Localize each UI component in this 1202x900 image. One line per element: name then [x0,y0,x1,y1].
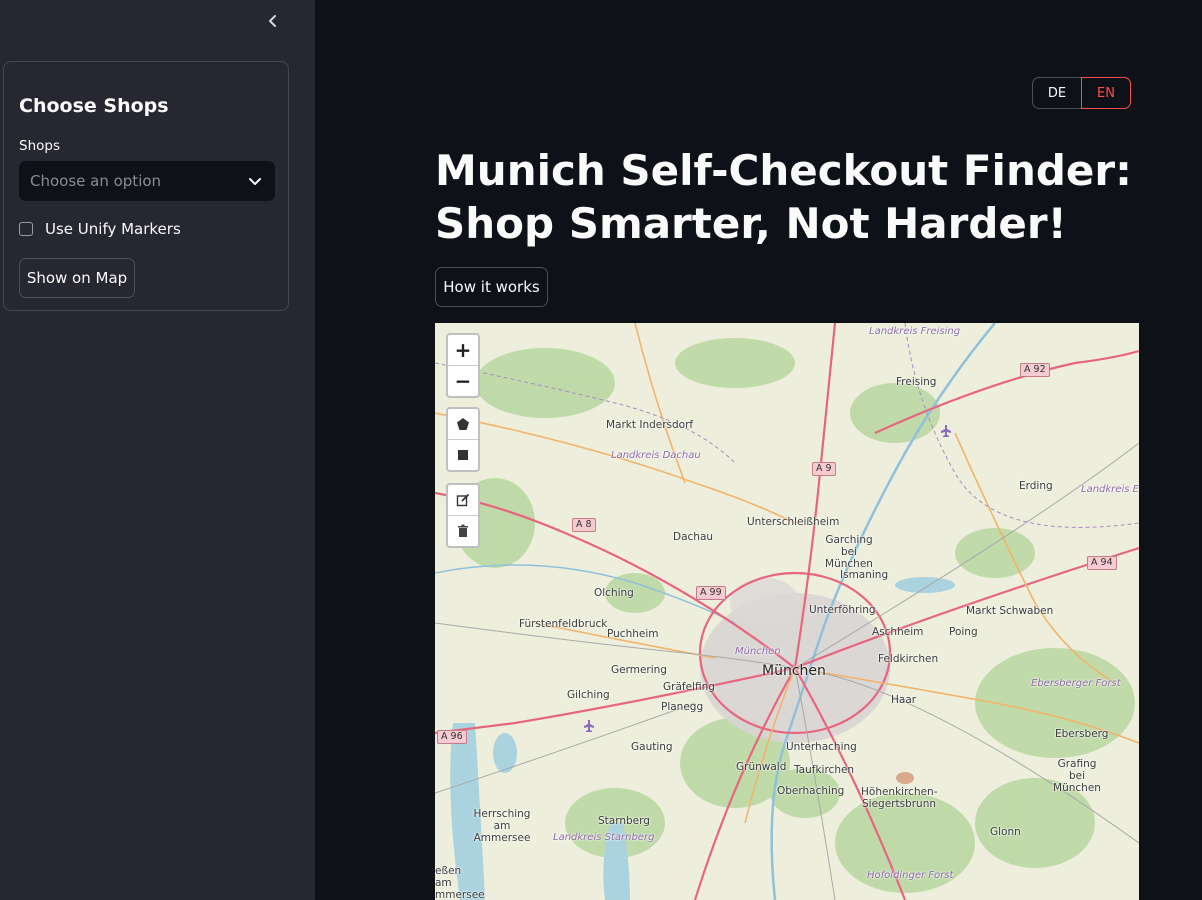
place-label: Feldkirchen [878,653,939,665]
place-label: München [762,663,826,679]
unify-markers-label: Use Unify Markers [45,220,181,238]
region-label: München [735,646,781,657]
panel-title: Choose Shops [19,95,169,117]
lang-de-button[interactable]: DE [1032,77,1082,109]
place-label: Fürstenfeldbruck [519,618,608,630]
lang-en-button[interactable]: EN [1081,77,1131,109]
place-label: Dachau [673,531,714,543]
zoom-control: + − [446,333,480,398]
unify-markers-checkbox[interactable] [19,222,33,236]
zoom-out-button[interactable]: − [448,366,478,396]
region-label: Hofoldinger Forst [867,870,954,881]
region-label: Landkreis Erding [1081,484,1139,495]
place-label: eßen am mmersee [435,865,485,900]
place-label: Oberhaching [777,785,845,797]
place-label: Unterhaching [786,741,857,753]
draw-rectangle-button[interactable] [448,440,478,470]
place-label: Planegg [661,701,704,713]
place-label: Grünwald [736,761,787,773]
place-label: Poing [949,626,978,638]
place-label: Taufkirchen [794,764,855,776]
place-label: Ebersberg [1055,728,1109,740]
rectangle-icon [458,450,468,460]
place-label: Starnberg [598,815,650,827]
region-label: Ebersberger Forst [1031,678,1121,689]
trash-icon [458,524,468,537]
place-label: Grafing bei München [1053,758,1101,794]
place-label: Olching [594,587,634,599]
place-label: Unterföhring [809,604,876,616]
chevron-down-icon [249,178,261,185]
shops-label: Shops [19,138,60,154]
edit-layers-button[interactable] [448,485,478,516]
sidebar: Choose Shops Shops Choose an option Use … [0,0,315,900]
place-label: Glonn [990,826,1021,838]
page-title: Munich Self-Checkout Finder: Shop Smarte… [435,146,1132,248]
edit-icon [456,493,470,507]
place-label: Gilching [567,689,610,701]
region-label: Landkreis Freising [869,326,961,337]
place-label: Ismaning [840,569,889,581]
draw-shapes-control [446,407,480,472]
chevron-left-icon [269,15,276,27]
polygon-icon [457,418,469,430]
place-label: Haar [891,694,917,706]
place-label: Unterschleißheim [747,516,840,528]
highway-shield: A 92 [1020,363,1050,377]
place-label: Germering [611,664,667,676]
place-label: Freising [896,376,937,388]
place-label: Markt Indersdorf [606,419,694,431]
collapse-sidebar-button[interactable] [262,10,284,32]
draw-polygon-button[interactable] [448,409,478,440]
region-label: Landkreis Starnberg [553,832,655,843]
place-label: Gräfelfing [663,681,715,693]
delete-layers-button[interactable] [448,516,478,546]
highway-shield: A 99 [696,586,726,600]
shops-select[interactable]: Choose an option [19,161,275,201]
edit-control [446,483,480,548]
how-it-works-button[interactable]: How it works [435,267,548,307]
highway-shield: A 96 [437,730,467,744]
place-label: Garching bei München [825,534,873,570]
place-label: Aschheim [872,626,924,638]
zoom-in-button[interactable]: + [448,335,478,366]
place-label: Höhenkirchen-Siegertsbrunn [861,786,938,810]
region-label: Landkreis Dachau [611,450,701,461]
language-switch: DE EN [1032,77,1131,109]
place-label: Herrsching am Ammersee [473,808,531,844]
place-label: Markt Schwaben [966,605,1054,617]
choose-shops-form: Choose Shops Shops Choose an option Use … [3,61,289,311]
shops-select-placeholder: Choose an option [30,172,162,190]
place-label: Puchheim [607,628,659,640]
unify-markers-checkbox-row[interactable]: Use Unify Markers [19,220,181,238]
show-on-map-button[interactable]: Show on Map [19,258,135,298]
place-label: Erding [1019,480,1053,492]
highway-shield: A 94 [1087,556,1117,570]
place-label: Gauting [631,741,673,753]
map[interactable]: A 92 A 9 A 8 A 99 A 94 A 96 Landkreis Fr… [435,323,1139,900]
highway-shield: A 8 [572,518,596,532]
highway-shield: A 9 [812,462,836,476]
